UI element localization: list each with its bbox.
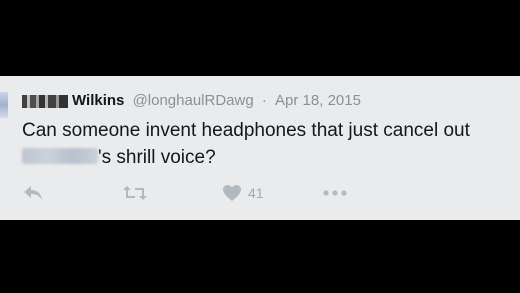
tweet-text-line-1: Can someone invent headphones that just … <box>22 120 470 141</box>
like-button[interactable]: 41 <box>222 180 264 206</box>
avatar[interactable] <box>0 92 8 118</box>
tweet-card[interactable]: Wilkins @longhaulRDawg · Apr 18, 2015 Ca… <box>0 76 520 220</box>
tweet-text-line-2: 's shrill voice? <box>22 144 512 171</box>
tweet-text: Can someone invent headphones that just … <box>22 117 512 171</box>
more-icon <box>323 190 347 196</box>
tweet-date[interactable]: Apr 18, 2015 <box>275 92 361 109</box>
tweet-text-line-2-suffix: 's shrill voice? <box>98 147 216 168</box>
more-options-button[interactable] <box>322 180 348 206</box>
retweet-button[interactable] <box>122 180 148 206</box>
reply-icon <box>24 186 42 200</box>
display-name[interactable]: Wilkins <box>72 92 124 109</box>
retweet-icon <box>123 186 147 200</box>
tweet-header: Wilkins @longhaulRDawg · Apr 18, 2015 <box>22 91 361 111</box>
redacted-first-name <box>22 95 68 108</box>
heart-icon <box>223 185 241 201</box>
like-count: 41 <box>248 185 264 201</box>
reply-button[interactable] <box>22 180 44 206</box>
separator: · <box>261 92 267 109</box>
user-handle[interactable]: @longhaulRDawg <box>133 92 254 109</box>
redacted-name <box>22 148 98 164</box>
tweet-actions: 41 <box>0 180 520 206</box>
